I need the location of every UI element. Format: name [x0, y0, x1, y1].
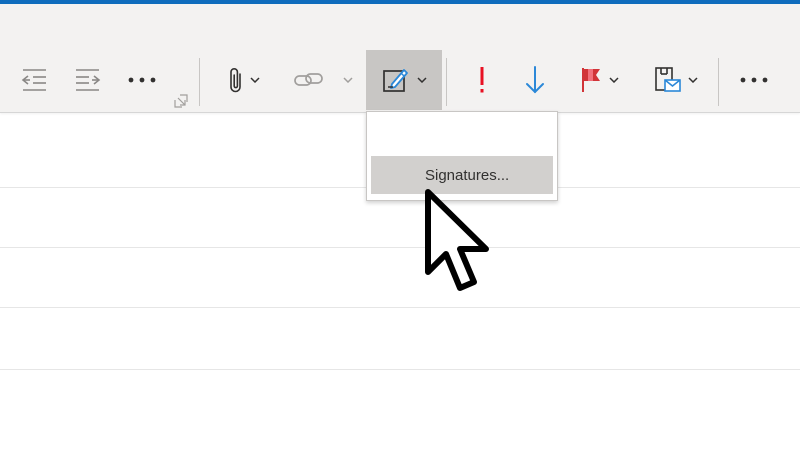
decrease-indent-icon [19, 67, 49, 93]
attach-file-icon [228, 65, 244, 95]
chevron-down-icon [343, 77, 353, 83]
ribbon-separator [446, 58, 447, 106]
chevron-down-icon [417, 77, 427, 83]
insert-link-button[interactable] [288, 54, 358, 106]
compose-field-divider [0, 369, 800, 370]
chevron-down-icon [250, 77, 260, 83]
signature-dropdown-menu: Signatures... [366, 111, 558, 201]
high-importance-button[interactable] [464, 54, 500, 106]
sensitivity-save-icon [652, 65, 682, 95]
signatures-menu-item[interactable]: Signatures... [371, 156, 553, 194]
sensitivity-button[interactable] [648, 54, 702, 106]
increase-indent-button[interactable] [68, 54, 108, 106]
ribbon-separator [199, 58, 200, 106]
signature-button[interactable] [366, 50, 442, 110]
increase-indent-icon [73, 67, 103, 93]
ribbon-separator [718, 58, 719, 106]
more-commands-button[interactable] [732, 54, 776, 106]
follow-up-flag-button[interactable] [572, 54, 626, 106]
chevron-down-icon [688, 77, 698, 83]
mouse-pointer-icon [420, 188, 500, 298]
signature-icon [381, 65, 411, 95]
outlook-compose-screen: Signatures... [0, 0, 800, 450]
signature-list-empty-area [367, 112, 557, 154]
more-commands-icon [739, 76, 769, 84]
message-ribbon [0, 4, 800, 113]
compose-field-divider [0, 247, 800, 248]
follow-up-flag-icon [579, 66, 603, 94]
insert-link-icon [293, 70, 325, 90]
chevron-down-icon [609, 77, 619, 83]
low-importance-button[interactable] [516, 54, 554, 106]
compose-field-divider [0, 307, 800, 308]
low-importance-icon [524, 65, 546, 95]
dialog-launcher-icon[interactable] [174, 94, 188, 108]
attach-file-button[interactable] [218, 54, 270, 106]
more-paragraph-options-button[interactable] [120, 54, 164, 106]
decrease-indent-button[interactable] [14, 54, 54, 106]
signatures-menu-item-label: Signatures... [425, 166, 510, 184]
more-options-icon [127, 76, 157, 84]
high-importance-icon [478, 66, 486, 94]
